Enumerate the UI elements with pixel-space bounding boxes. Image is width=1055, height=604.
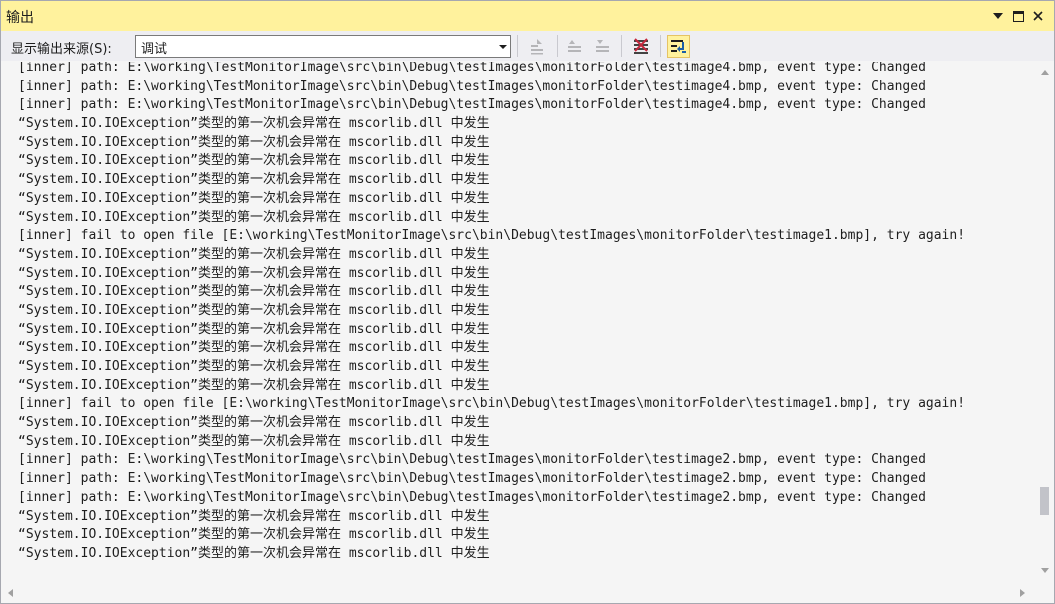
- output-line: “System.IO.IOException”类型的第一次机会异常在 mscor…: [18, 190, 490, 206]
- output-line: “System.IO.IOException”类型的第一次机会异常在 mscor…: [18, 153, 490, 169]
- output-line: “System.IO.IOException”类型的第一次机会异常在 mscor…: [18, 265, 490, 281]
- output-text-area[interactable]: [inner] path: E:\working\TestMonitorImag…: [2, 62, 1036, 584]
- output-source-select[interactable]: 调试: [135, 35, 511, 58]
- title-bar[interactable]: 输出: [1, 1, 1054, 31]
- output-lines: [inner] path: E:\working\TestMonitorImag…: [18, 62, 965, 564]
- scroll-down-icon[interactable]: [1041, 568, 1049, 573]
- previous-message-icon[interactable]: [563, 35, 585, 57]
- scroll-right-icon[interactable]: [1020, 589, 1025, 597]
- scrollbar-corner: [1036, 584, 1054, 602]
- output-line: [inner] path: E:\working\TestMonitorImag…: [18, 471, 926, 487]
- output-line: “System.IO.IOException”类型的第一次机会异常在 mscor…: [18, 545, 490, 561]
- output-line: “System.IO.IOException”类型的第一次机会异常在 mscor…: [18, 284, 490, 300]
- next-message-icon[interactable]: [591, 35, 613, 57]
- output-source-label: 显示输出来源(S):: [11, 42, 112, 57]
- output-line: “System.IO.IOException”类型的第一次机会异常在 mscor…: [18, 209, 490, 225]
- output-line: “System.IO.IOException”类型的第一次机会异常在 mscor…: [18, 246, 490, 262]
- output-line: “System.IO.IOException”类型的第一次机会异常在 mscor…: [18, 321, 490, 337]
- toolbar-separator: [557, 35, 558, 57]
- output-line: [inner] fail to open file [E:\working\Te…: [18, 396, 966, 412]
- chevron-down-icon[interactable]: [499, 45, 507, 49]
- window-title: 输出: [6, 10, 34, 26]
- output-line: [inner] path: E:\working\TestMonitorImag…: [18, 62, 926, 75]
- output-source-value: 调试: [141, 42, 168, 57]
- scroll-left-icon[interactable]: [8, 589, 13, 597]
- output-line: [inner] path: E:\working\TestMonitorImag…: [18, 78, 926, 94]
- window-dropdown-icon[interactable]: [990, 8, 1006, 24]
- close-icon[interactable]: [1030, 8, 1046, 24]
- output-line: [inner] path: E:\working\TestMonitorImag…: [18, 97, 926, 113]
- output-line: “System.IO.IOException”类型的第一次机会异常在 mscor…: [18, 415, 490, 431]
- output-line: “System.IO.IOException”类型的第一次机会异常在 mscor…: [18, 377, 490, 393]
- output-line: “System.IO.IOException”类型的第一次机会异常在 mscor…: [18, 172, 490, 188]
- output-line: “System.IO.IOException”类型的第一次机会异常在 mscor…: [18, 302, 490, 318]
- output-window: 输出 显示输出来源(S): 调试 [inner] path: E:\workin…: [0, 0, 1055, 604]
- output-line: “System.IO.IOException”类型的第一次机会异常在 mscor…: [18, 359, 490, 374]
- output-line: [inner] path: E:\working\TestMonitorImag…: [18, 452, 926, 468]
- toolbar-separator: [660, 35, 661, 57]
- go-to-line-icon[interactable]: [526, 35, 548, 57]
- vertical-scrollbar[interactable]: [1036, 62, 1054, 584]
- output-line: “System.IO.IOException”类型的第一次机会异常在 mscor…: [18, 134, 490, 150]
- output-line: “System.IO.IOException”类型的第一次机会异常在 mscor…: [18, 116, 490, 132]
- output-toolbar: 显示输出来源(S): 调试: [1, 31, 1054, 61]
- maximize-icon[interactable]: [1010, 8, 1026, 24]
- vertical-scrollbar-thumb[interactable]: [1040, 487, 1049, 515]
- toolbar-separator: [621, 35, 622, 57]
- output-line: “System.IO.IOException”类型的第一次机会异常在 mscor…: [18, 433, 490, 449]
- output-line: [inner] path: E:\working\TestMonitorImag…: [18, 489, 926, 505]
- horizontal-scrollbar[interactable]: [2, 584, 1036, 602]
- output-line: [inner] fail to open file [E:\working\Te…: [18, 228, 966, 244]
- clear-all-icon[interactable]: [630, 35, 652, 57]
- output-line: “System.IO.IOException”类型的第一次机会异常在 mscor…: [18, 527, 490, 543]
- word-wrap-toggle-icon[interactable]: [667, 35, 690, 58]
- scroll-up-icon[interactable]: [1041, 70, 1049, 75]
- output-line: “System.IO.IOException”类型的第一次机会异常在 mscor…: [18, 508, 490, 524]
- toolbar-separator: [517, 35, 518, 57]
- output-line: “System.IO.IOException”类型的第一次机会异常在 mscor…: [18, 340, 490, 356]
